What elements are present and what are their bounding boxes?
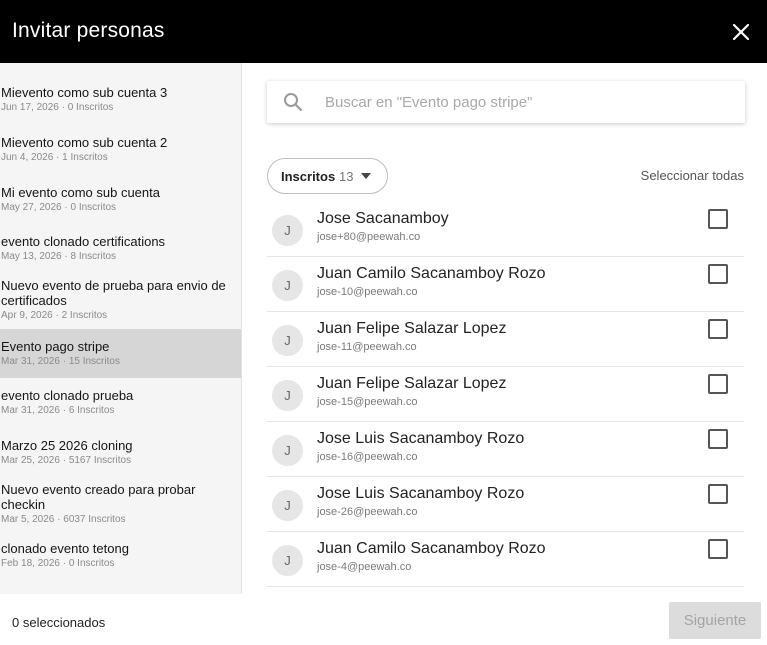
person-name: Juan Camilo Sacanamboy Rozo [317, 265, 546, 282]
people-panel: Inscritos 13 Seleccionar todas J Jose Sa… [243, 63, 767, 594]
close-icon [732, 23, 750, 41]
filter-label: Inscritos [281, 169, 336, 184]
chevron-down-icon [361, 173, 371, 179]
event-list-sidebar: Mievento como sub cuenta 3 Jun 17, 2026 … [0, 63, 242, 594]
selected-count: 0 seleccionados [12, 615, 106, 630]
avatar: J [272, 215, 303, 246]
person-email: jose-4@peewah.co [317, 561, 412, 573]
event-name: evento clonado certifications [1, 234, 166, 249]
event-meta: Mar 31, 2026 · 6 Inscritos [1, 405, 115, 416]
event-meta: May 27, 2026 · 0 Inscritos [1, 202, 117, 213]
avatar-initial: J [284, 553, 291, 568]
close-button[interactable] [727, 18, 755, 46]
event-list-item[interactable]: clonado evento tetong Feb 18, 2026 · 0 I… [0, 541, 241, 579]
event-name: Marzo 25 2026 cloning [1, 438, 133, 453]
person-row: J Juan Camilo Sacanamboy Rozo jose-10@pe… [267, 257, 744, 312]
person-name: Jose Sacanamboy [317, 210, 449, 227]
event-name: Mievento como sub cuenta 2 [1, 135, 168, 150]
event-name: evento clonado prueba [1, 388, 134, 403]
modal-header: Invitar personas [0, 0, 767, 63]
avatar: J [272, 490, 303, 521]
event-meta: Mar 25, 2026 · 5167 Inscritos [1, 455, 132, 466]
person-name: Juan Felipe Salazar Lopez [317, 320, 507, 337]
avatar-initial: J [284, 498, 291, 513]
person-name: Jose Luis Sacanamboy Rozo [317, 430, 525, 447]
modal-title: Invitar personas [12, 19, 165, 42]
person-name: Juan Camilo Sacanamboy Rozo [317, 540, 546, 557]
person-checkbox[interactable] [708, 264, 728, 284]
person-email: jose-26@peewah.co [317, 506, 418, 518]
event-meta: Jun 17, 2026 · 0 Inscritos [1, 102, 114, 113]
person-checkbox[interactable] [708, 429, 728, 449]
event-meta: May 13, 2026 · 8 Inscritos [1, 251, 117, 262]
person-name: Jose Luis Sacanamboy Rozo [317, 485, 525, 502]
avatar: J [272, 545, 303, 576]
person-email: jose-11@peewah.co [317, 341, 417, 353]
person-email: jose-10@peewah.co [317, 286, 418, 298]
person-email: jose+80@peewah.co [317, 231, 421, 243]
person-checkbox[interactable] [708, 484, 728, 504]
event-meta: Mar 31, 2026 · 15 Inscritos [1, 356, 120, 367]
event-name: Nuevo evento de prueba para envio de cer… [1, 278, 226, 308]
event-list-item[interactable]: Mi evento como sub cuenta May 27, 2026 ·… [0, 185, 241, 223]
avatar: J [272, 270, 303, 301]
event-list-item[interactable]: Marzo 25 2026 cloning Mar 25, 2026 · 516… [0, 438, 241, 476]
person-email: jose-15@peewah.co [317, 396, 418, 408]
event-meta: Apr 9, 2026 · 2 Inscritos [1, 310, 108, 321]
avatar-initial: J [284, 443, 291, 458]
person-email: jose-16@peewah.co [317, 451, 418, 463]
person-checkbox[interactable] [708, 539, 728, 559]
event-list-item[interactable]: Mievento como sub cuenta 2 Jun 4, 2026 ·… [0, 135, 241, 173]
event-meta: Feb 18, 2026 · 0 Inscritos [1, 558, 115, 569]
person-checkbox[interactable] [708, 374, 728, 394]
avatar-initial: J [284, 333, 291, 348]
avatar: J [272, 380, 303, 411]
event-list-item[interactable]: Nuevo evento de prueba para envio de cer… [0, 278, 241, 328]
search-box [267, 81, 745, 123]
event-name: clonado evento tetong [1, 541, 129, 556]
avatar-initial: J [284, 223, 291, 238]
next-button[interactable]: Siguiente [669, 602, 761, 639]
event-meta: Jun 4, 2026 · 1 Inscritos [1, 152, 108, 163]
event-name: Mievento como sub cuenta 3 [1, 85, 168, 100]
event-list-item[interactable]: Nuevo evento creado para probar checkin … [0, 482, 241, 532]
registrants-filter-dropdown[interactable]: Inscritos 13 [267, 158, 388, 194]
select-all-link[interactable]: Seleccionar todas [641, 168, 744, 183]
person-row: J Juan Felipe Salazar Lopez jose-11@peew… [267, 312, 744, 367]
event-name: Evento pago stripe [1, 339, 110, 354]
person-row: J Juan Felipe Salazar Lopez jose-15@peew… [267, 367, 744, 422]
search-icon [284, 93, 303, 112]
person-row: J Juan Camilo Sacanamboy Rozo jose-4@pee… [267, 532, 744, 587]
event-name: Nuevo evento creado para probar checkin [1, 482, 196, 512]
person-row: J Jose Sacanamboy jose+80@peewah.co [267, 202, 744, 257]
event-list-item[interactable]: evento clonado prueba Mar 31, 2026 · 6 I… [0, 388, 241, 426]
event-list-item[interactable]: evento clonado certifications May 13, 20… [0, 234, 241, 272]
event-list-item[interactable]: Mievento como sub cuenta 3 Jun 17, 2026 … [0, 85, 241, 123]
event-list-item-selected[interactable]: Evento pago stripe Mar 31, 2026 · 15 Ins… [0, 329, 241, 378]
person-checkbox[interactable] [708, 319, 728, 339]
event-meta: Mar 5, 2026 · 6037 Inscritos [1, 514, 126, 525]
avatar-initial: J [284, 278, 291, 293]
modal-footer: 0 seleccionados Siguiente [0, 594, 767, 645]
avatar: J [272, 325, 303, 356]
search-input[interactable] [325, 81, 735, 123]
avatar-initial: J [284, 388, 291, 403]
person-name: Juan Felipe Salazar Lopez [317, 375, 507, 392]
person-row: J Jose Luis Sacanamboy Rozo jose-16@peew… [267, 422, 744, 477]
event-name: Mi evento como sub cuenta [1, 185, 160, 200]
person-row: J Jose Luis Sacanamboy Rozo jose-26@peew… [267, 477, 744, 532]
filter-count: 13 [339, 169, 354, 184]
person-checkbox[interactable] [708, 209, 728, 229]
avatar: J [272, 435, 303, 466]
